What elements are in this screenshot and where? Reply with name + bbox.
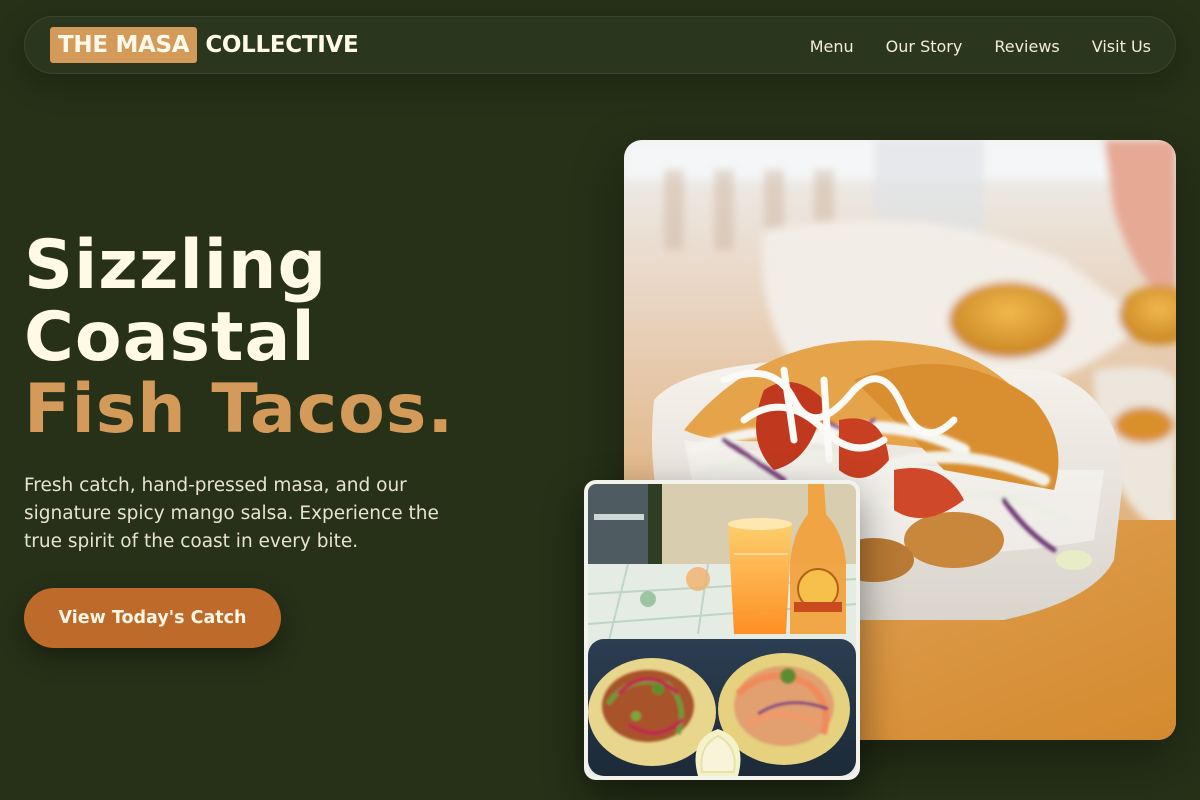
view-catch-button[interactable]: View Today's Catch [24,588,281,648]
headline-line-1: Sizzling [24,226,328,305]
nav-link-our-story[interactable]: Our Story [886,37,963,56]
logo-text: COLLECTIVE [205,32,359,58]
nav-link-visit-us[interactable]: Visit Us [1092,37,1151,56]
brand-logo[interactable]: THE MASA COLLECTIVE [50,27,359,63]
landing-page: THE MASA COLLECTIVE Menu Our Story Revie… [0,0,1200,800]
top-navigation: THE MASA COLLECTIVE Menu Our Story Revie… [24,16,1176,74]
hero-headline: Sizzling Coastal Fish Tacos. [24,230,454,446]
headline-accent: Fish Tacos. [24,370,455,449]
logo-highlight: THE MASA [50,27,198,63]
headline-line-2: Coastal [24,298,316,377]
nav-links: Menu Our Story Reviews Visit Us [810,17,1151,75]
tacos-and-drinks-photo [584,480,860,780]
nav-link-menu[interactable]: Menu [810,37,854,56]
nav-link-reviews[interactable]: Reviews [994,37,1059,56]
hero-description: Fresh catch, hand-pressed masa, and our … [24,475,439,552]
